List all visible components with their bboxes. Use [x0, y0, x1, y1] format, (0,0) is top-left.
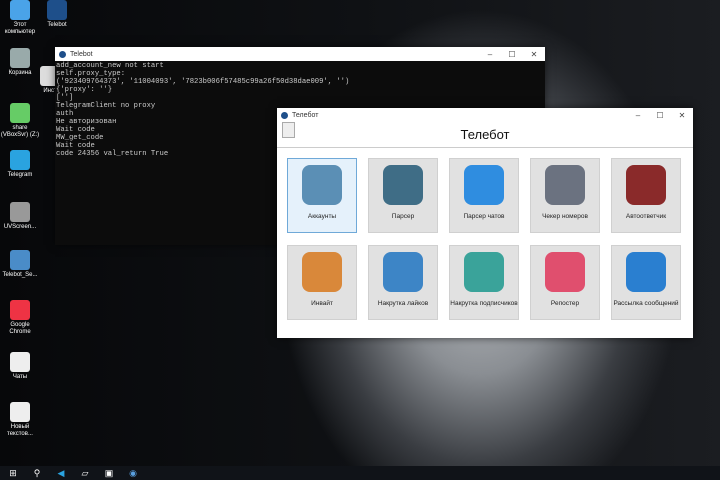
uvscreen-taskbar-icon[interactable]: ▣	[102, 468, 116, 479]
tile-icon	[464, 252, 504, 292]
telebot-icon	[59, 50, 66, 58]
start-button[interactable]: ⊞	[6, 468, 20, 479]
maximize-button[interactable]: ☐	[649, 111, 671, 120]
tile-button[interactable]: Чекер номеров	[530, 158, 600, 233]
tile-icon	[383, 252, 423, 292]
desktop-icon[interactable]: Google Chrome	[0, 300, 40, 336]
desktop-icon-image	[10, 48, 30, 68]
desktop-icon-image	[10, 250, 30, 270]
desktop-icon-label: Чаты	[12, 374, 28, 380]
tile-icon	[545, 252, 585, 292]
tile-icon	[626, 165, 666, 205]
console-title: Telebot	[70, 50, 93, 58]
desktop-icon-label: Google Chrome	[9, 322, 31, 335]
telebot-icon	[281, 111, 288, 119]
tile-label: Репостер	[550, 300, 580, 307]
maximize-button[interactable]: ☐	[501, 50, 523, 59]
desktop-icon-label: Telegram	[7, 172, 33, 178]
taskbar: ⊞ ⚲ ◀ ▱ ▣ ◉	[0, 466, 720, 480]
desktop-icon-label: Новый текстов...	[7, 424, 33, 437]
close-button[interactable]: ✕	[671, 111, 693, 120]
tile-button[interactable]: Накрутка лайков	[368, 245, 438, 320]
tile-button[interactable]: Автоответчик	[611, 158, 681, 233]
tile-button[interactable]: Репостер	[530, 245, 600, 320]
app-title: Телебот	[292, 111, 319, 119]
telebot-window[interactable]: Телебот – ☐ ✕ Телебот Аккаунты Парсер Парсер…	[277, 108, 693, 338]
desktop-icon[interactable]: share (VBoxSvr) (Z:)	[0, 103, 40, 139]
desktop-icon-image	[10, 202, 30, 222]
tile-label: Парсер	[391, 213, 415, 220]
desktop-icon[interactable]: Чаты	[0, 352, 40, 381]
tile-button[interactable]: Накрутка подписчиков	[449, 245, 519, 320]
desktop-icon-label: Этот компьютер	[4, 22, 36, 35]
telebot-taskbar-icon[interactable]: ◉	[126, 468, 140, 479]
app-titlebar[interactable]: Телебот – ☐ ✕	[277, 108, 693, 122]
tile-label: Накрутка подписчиков	[450, 300, 518, 307]
close-button[interactable]: ✕	[523, 50, 545, 59]
desktop-icon[interactable]: Новый текстов...	[0, 402, 40, 438]
tile-icon	[302, 252, 342, 292]
desktop-icon-image	[10, 150, 30, 170]
minimize-button[interactable]: –	[479, 50, 501, 59]
desktop-icon[interactable]: Telegram	[0, 150, 40, 179]
tile-icon	[545, 165, 585, 205]
desktop-icon-image	[10, 103, 30, 123]
tile-label: Рассылка сообщений	[613, 300, 679, 307]
desktop-icon-image	[10, 300, 30, 320]
desktop-icon[interactable]: UVScreen...	[0, 202, 40, 231]
tile-button[interactable]: Инвайт	[287, 245, 357, 320]
minimize-button[interactable]: –	[627, 111, 649, 120]
tile-label: Чекер номеров	[542, 213, 588, 220]
tile-icon	[464, 165, 504, 205]
desktop-icon[interactable]: Этот компьютер	[0, 0, 40, 36]
desktop-icon-image	[10, 402, 30, 422]
desktop-icon-image	[10, 0, 30, 20]
share-taskbar-icon[interactable]: ▱	[78, 468, 92, 479]
desktop-icon-label: Telebot_Se...	[2, 272, 38, 278]
search-icon[interactable]: ⚲	[30, 468, 44, 479]
tile-icon	[302, 165, 342, 205]
tile-label: Аккаунты	[307, 213, 337, 220]
desktop-icon[interactable]: Telebot	[37, 0, 77, 29]
tile-icon	[383, 165, 423, 205]
tile-icon	[626, 252, 666, 292]
tile-label: Инвайт	[311, 300, 333, 307]
tile-button[interactable]: Парсер чатов	[449, 158, 519, 233]
desktop-icon-image	[10, 352, 30, 372]
console-titlebar[interactable]: Telebot – ☐ ✕	[55, 47, 545, 61]
tile-button[interactable]: Аккаунты	[287, 158, 357, 233]
desktop-icon-label: Telebot	[47, 22, 67, 28]
app-header: Телебот	[460, 127, 510, 142]
desktop-icon-label: UVScreen...	[3, 224, 37, 230]
mouse-icon[interactable]	[282, 122, 295, 138]
desktop-icon[interactable]: Telebot_Se...	[0, 250, 40, 279]
telegram-taskbar-icon[interactable]: ◀	[54, 468, 68, 479]
tile-button[interactable]: Парсер	[368, 158, 438, 233]
tile-label: Накрутка лайков	[377, 300, 429, 307]
tile-label: Парсер чатов	[463, 213, 505, 220]
tile-label: Автоответчик	[625, 213, 667, 220]
desktop-icon-image	[47, 0, 67, 20]
tile-button[interactable]: Рассылка сообщений	[611, 245, 681, 320]
desktop-icon-label: share (VBoxSvr) (Z:)	[0, 125, 40, 138]
